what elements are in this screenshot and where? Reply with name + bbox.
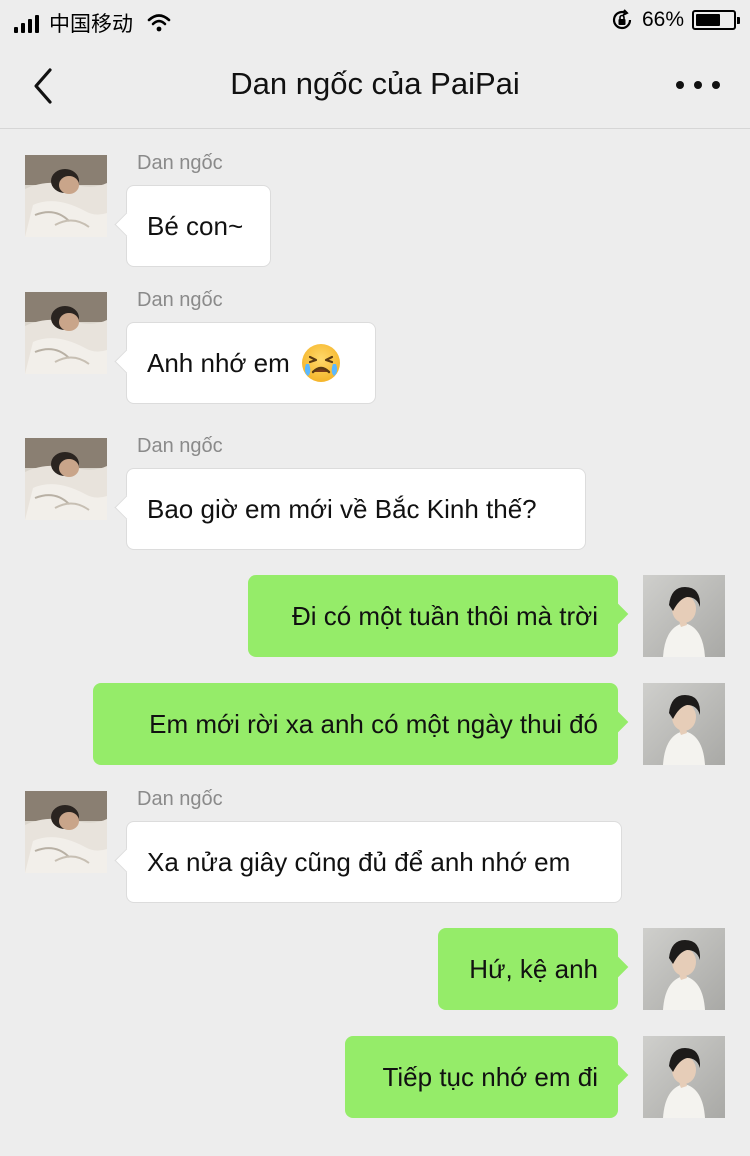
my-avatar[interactable]	[643, 928, 725, 1010]
contact-avatar[interactable]	[25, 438, 107, 520]
sender-name: Dan ngốc	[137, 435, 223, 457]
wifi-icon	[147, 14, 171, 32]
message-text: Hứ, kệ anh	[469, 953, 598, 984]
sender-name: Dan ngốc	[137, 788, 223, 810]
sender-name: Dan ngốc	[137, 152, 223, 174]
my-avatar[interactable]	[643, 575, 725, 657]
message-outgoing: Tiếp tục nhớ em đi	[0, 1036, 750, 1156]
more-icon-dot	[694, 81, 702, 89]
message-bubble[interactable]: Anh nhớ em	[126, 322, 376, 404]
message-text: Tiếp tục nhớ em đi	[382, 1061, 598, 1092]
status-right: 66%	[610, 8, 740, 32]
my-avatar[interactable]	[643, 1036, 725, 1118]
my-avatar[interactable]	[643, 683, 725, 765]
carrier-name: 中国移动	[49, 12, 133, 36]
battery-icon	[692, 10, 740, 30]
message-outgoing: Đi có một tuần thôi mà trời	[0, 575, 750, 695]
message-bubble[interactable]: Em mới rời xa anh có một ngày thui đó	[93, 683, 618, 765]
message-incoming: Dan ngốc Xa nửa giây cũng đủ để anh nhớ e…	[0, 788, 750, 911]
message-text: Anh nhớ em	[147, 347, 290, 378]
battery-percent: 66%	[641, 8, 684, 31]
signal-icon	[14, 13, 39, 33]
message-text: Bé con~	[147, 210, 244, 241]
message-text: Xa nửa giây cũng đủ để anh nhớ em	[147, 846, 571, 877]
status-bar: 中国移动 66%	[0, 0, 750, 42]
battery-fill	[696, 14, 720, 26]
chat-area[interactable]: Dan ngốc Bé con~ Dan ngốc Anh nhớ em Dan ngố…	[0, 130, 750, 1150]
message-bubble[interactable]: Tiếp tục nhớ em đi	[345, 1036, 618, 1118]
message-text: Đi có một tuần thôi mà trời	[291, 600, 598, 631]
chat-title: Dan ngốc của PaiPai	[230, 66, 520, 101]
message-incoming: Dan ngốc Bao giờ em mới về Bắc Kinh thế?	[0, 435, 750, 558]
message-bubble[interactable]: Hứ, kệ anh	[438, 928, 618, 1010]
nav-bar: Dan ngốc của PaiPai	[0, 42, 750, 129]
message-bubble[interactable]: Bé con~	[126, 185, 271, 267]
sender-name: Dan ngốc	[137, 289, 223, 311]
contact-avatar[interactable]	[25, 155, 107, 237]
message-incoming: Dan ngốc Bé con~	[0, 152, 750, 275]
rotation-lock-icon	[612, 9, 632, 30]
message-bubble[interactable]: Bao giờ em mới về Bắc Kinh thế?	[126, 468, 586, 550]
crying-face-emoji-icon	[301, 344, 340, 382]
contact-avatar[interactable]	[25, 791, 107, 873]
message-bubble[interactable]: Xa nửa giây cũng đủ để anh nhớ em	[126, 821, 622, 903]
more-icon-dot	[712, 81, 720, 89]
contact-avatar[interactable]	[25, 292, 107, 374]
message-outgoing: Hứ, kệ anh	[0, 928, 750, 1048]
message-text: Em mới rời xa anh có một ngày thui đó	[149, 708, 598, 739]
message-text: Bao giờ em mới về Bắc Kinh thế?	[147, 493, 537, 524]
more-button[interactable]	[676, 70, 720, 100]
message-outgoing: Em mới rời xa anh có một ngày thui đó	[0, 683, 750, 803]
more-icon-dot	[676, 81, 684, 89]
message-bubble[interactable]: Đi có một tuần thôi mà trời	[248, 575, 618, 657]
message-incoming: Dan ngốc Anh nhớ em	[0, 289, 750, 412]
status-left: 中国移动	[14, 8, 171, 38]
